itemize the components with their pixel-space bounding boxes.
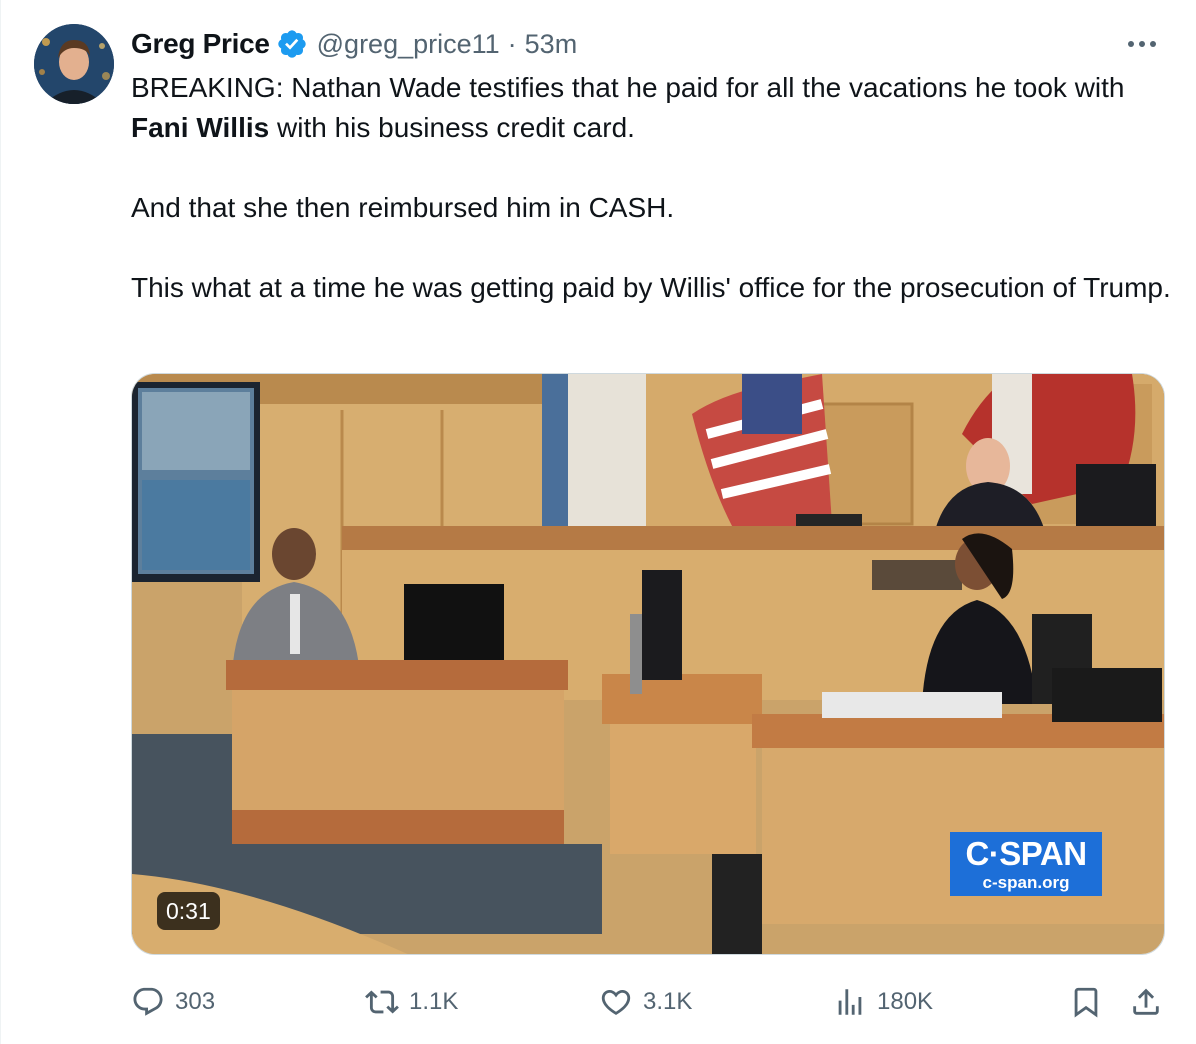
tweet-text-bold: Fani Willis bbox=[131, 112, 270, 143]
cspan-watermark-title: C·SPAN bbox=[965, 835, 1087, 872]
video-player[interactable]: 0:31 C·SPAN c-span.org bbox=[131, 373, 1165, 955]
tweet-action-bar: 303 1.1K 3.1K 180K bbox=[1, 980, 1196, 1024]
video-duration-badge: 0:31 bbox=[157, 892, 220, 930]
cspan-watermark: C·SPAN c-span.org bbox=[950, 832, 1102, 896]
reply-button[interactable]: 303 bbox=[131, 980, 215, 1024]
bookmark-button[interactable] bbox=[1069, 980, 1103, 1024]
share-icon bbox=[1129, 985, 1163, 1019]
verified-badge-icon bbox=[276, 28, 308, 60]
header-separator: · bbox=[507, 28, 517, 59]
repost-count: 1.1K bbox=[409, 988, 459, 1015]
views-button[interactable]: 180K bbox=[833, 980, 933, 1024]
like-button[interactable]: 3.1K bbox=[599, 980, 692, 1024]
tweet-text-segment: BREAKING: Nathan Wade testifies that he … bbox=[131, 72, 1125, 103]
more-options-icon[interactable] bbox=[1122, 30, 1162, 58]
tweet-text-segment: with his business credit card. bbox=[269, 112, 635, 143]
cspan-watermark-url: c-span.org bbox=[982, 873, 1070, 892]
tweet-timestamp[interactable]: 53m bbox=[525, 29, 578, 60]
tweet-header: Greg Price @greg_price11 · 53m bbox=[131, 26, 577, 62]
heart-icon bbox=[599, 985, 633, 1019]
tweet-paragraph-1: BREAKING: Nathan Wade testifies that he … bbox=[131, 68, 1171, 148]
tweet-paragraph-2: And that she then reimbursed him in CASH… bbox=[131, 192, 675, 223]
repost-button[interactable]: 1.1K bbox=[365, 980, 458, 1024]
repost-icon bbox=[365, 985, 399, 1019]
share-button[interactable] bbox=[1129, 980, 1163, 1024]
reply-icon bbox=[131, 985, 165, 1019]
tweet-text: BREAKING: Nathan Wade testifies that he … bbox=[131, 68, 1171, 308]
like-count: 3.1K bbox=[643, 988, 693, 1015]
reply-count: 303 bbox=[175, 988, 216, 1015]
bookmark-icon bbox=[1069, 985, 1103, 1019]
author-handle[interactable]: @greg_price11 bbox=[317, 29, 500, 60]
author-display-name[interactable]: Greg Price bbox=[131, 28, 270, 60]
tweet-card: Greg Price @greg_price11 · 53m BREAKING:… bbox=[0, 0, 1196, 1044]
avatar[interactable] bbox=[34, 24, 114, 104]
views-count: 180K bbox=[877, 988, 934, 1015]
tweet-paragraph-3: This what at a time he was getting paid … bbox=[131, 272, 1171, 303]
views-chart-icon bbox=[833, 985, 867, 1019]
